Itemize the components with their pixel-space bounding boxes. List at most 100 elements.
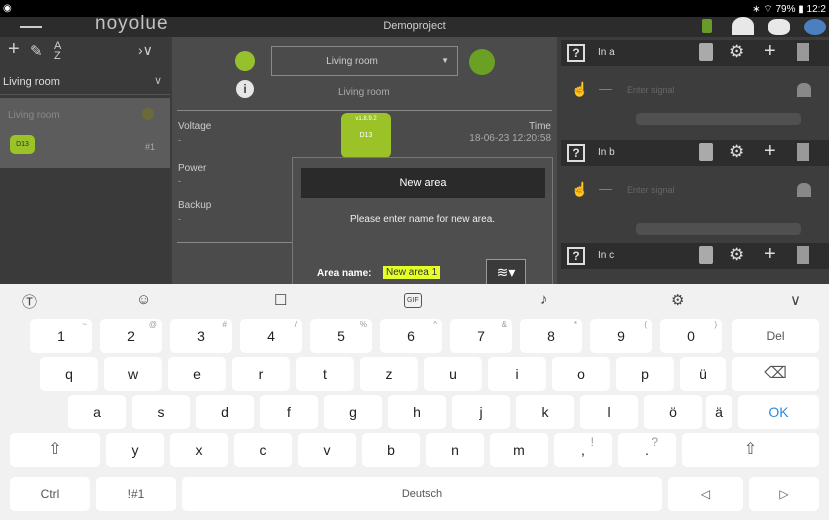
key[interactable]: y (106, 433, 164, 467)
leaf-icon[interactable] (702, 19, 712, 33)
key[interactable]: f (260, 395, 318, 429)
key[interactable]: j (452, 395, 510, 429)
ctrl-key[interactable]: Ctrl (10, 477, 90, 511)
emoji-icon[interactable]: ☺ (136, 291, 151, 308)
key[interactable]: 4/ (240, 319, 302, 353)
gif-icon[interactable]: GIF (404, 293, 422, 308)
trash-icon[interactable] (797, 143, 809, 161)
key[interactable]: g (324, 395, 382, 429)
layers-icon[interactable]: ≋▾ (486, 259, 526, 285)
key[interactable]: m (490, 433, 548, 467)
device-image[interactable]: v1.8.9.2 D13 (341, 113, 391, 158)
key[interactable]: x (170, 433, 228, 467)
key[interactable]: v (298, 433, 356, 467)
key[interactable]: ä (706, 395, 732, 429)
home-icon[interactable] (797, 83, 811, 97)
area-name-input[interactable]: New area 1 (383, 266, 441, 279)
gear-icon[interactable]: ⚙ (729, 245, 744, 265)
shift-icon[interactable]: ⇧ (682, 433, 819, 467)
key[interactable]: u (424, 357, 482, 391)
key[interactable]: i (488, 357, 546, 391)
add-icon[interactable]: + (764, 40, 776, 63)
shift-icon[interactable]: ⇧ (10, 433, 100, 467)
arrow-left-icon[interactable]: ◁ (668, 477, 743, 511)
comma-key[interactable]: ,! (554, 433, 612, 467)
backspace-icon[interactable]: ⌫ (732, 357, 819, 391)
help-icon[interactable]: ? (567, 144, 585, 162)
period-key[interactable]: .? (618, 433, 676, 467)
key[interactable]: w (104, 357, 162, 391)
key[interactable]: 1 ~ (30, 319, 92, 353)
key[interactable]: r (232, 357, 290, 391)
key[interactable]: 8 * (520, 319, 582, 353)
sort-az-icon[interactable]: AZ (54, 41, 61, 62)
key[interactable]: h (388, 395, 446, 429)
key[interactable]: 2 @ (100, 319, 162, 353)
key[interactable]: s (132, 395, 190, 429)
add-icon[interactable]: + (8, 38, 20, 61)
key[interactable]: e (168, 357, 226, 391)
room-dropdown[interactable]: Living room ▼ (271, 46, 458, 76)
chevron-down-icon[interactable]: ∨ (154, 74, 162, 87)
key[interactable]: ü (680, 357, 726, 391)
sticker-icon[interactable]: ☐ (274, 291, 287, 309)
selected-room-item[interactable]: Living room D13 #1 (0, 98, 170, 168)
gear-icon[interactable]: ⚙ (729, 142, 744, 162)
gear-icon[interactable]: ⚙ (729, 42, 744, 62)
key[interactable]: 7 & (450, 319, 512, 353)
key[interactable]: ö (644, 395, 702, 429)
key[interactable]: 5% (310, 319, 372, 353)
settings-icon[interactable]: ⚙ (671, 291, 684, 309)
hide-keyboard-icon[interactable]: ∨ (790, 291, 801, 309)
user-icon[interactable] (732, 17, 754, 35)
info-icon[interactable]: i (236, 80, 254, 98)
key[interactable]: q (40, 357, 98, 391)
key[interactable]: l (580, 395, 638, 429)
hand-icon[interactable]: ☝ (571, 81, 588, 98)
key[interactable]: o (552, 357, 610, 391)
key[interactable]: z (360, 357, 418, 391)
doc-icon[interactable] (699, 143, 713, 161)
help-icon[interactable]: ? (567, 247, 585, 265)
key[interactable]: p (616, 357, 674, 391)
key[interactable]: t (296, 357, 354, 391)
mic-icon[interactable]: ♪ (540, 291, 548, 308)
sensor-icon[interactable] (469, 49, 495, 75)
trash-icon[interactable] (797, 43, 809, 61)
room-row[interactable]: Living room ∨ (0, 69, 170, 95)
clock-icon[interactable] (235, 51, 255, 71)
areas-toolbar: + ✎ AZ ›∨ (0, 37, 170, 67)
doc-icon[interactable] (699, 43, 713, 61)
ok-key[interactable]: OK (738, 395, 819, 429)
key[interactable]: 9( (590, 319, 652, 353)
collapse-icon[interactable]: ›∨ (138, 42, 153, 59)
doc-icon[interactable] (699, 246, 713, 264)
signal-input[interactable]: Enter signal (627, 85, 675, 95)
hand-icon[interactable]: ☝ (571, 181, 588, 198)
edit-icon[interactable]: ✎ (30, 42, 43, 60)
key[interactable]: 0) (660, 319, 722, 353)
symbols-key[interactable]: !#1 (96, 477, 176, 511)
key[interactable]: k (516, 395, 574, 429)
text-cursor-icon[interactable]: Ⓣ (22, 291, 37, 312)
key[interactable]: b (362, 433, 420, 467)
database-icon[interactable] (768, 19, 790, 35)
arrow-right-icon[interactable]: ▷ (749, 477, 819, 511)
trash-icon[interactable] (797, 246, 809, 264)
help-icon[interactable]: ? (567, 44, 585, 62)
device-icon[interactable]: D13 (10, 135, 35, 154)
divider (177, 242, 292, 243)
key[interactable]: 6 ^ (380, 319, 442, 353)
key[interactable]: a (68, 395, 126, 429)
key[interactable]: n (426, 433, 484, 467)
signal-input[interactable]: Enter signal (627, 185, 675, 195)
cloud-icon[interactable] (804, 19, 826, 35)
key[interactable]: 3 # (170, 319, 232, 353)
home-icon[interactable] (797, 183, 811, 197)
add-icon[interactable]: + (764, 140, 776, 163)
key[interactable]: c (234, 433, 292, 467)
space-key[interactable]: Deutsch (182, 477, 662, 511)
key[interactable]: d (196, 395, 254, 429)
delete-key[interactable]: Del (732, 319, 819, 353)
add-icon[interactable]: + (764, 243, 776, 266)
